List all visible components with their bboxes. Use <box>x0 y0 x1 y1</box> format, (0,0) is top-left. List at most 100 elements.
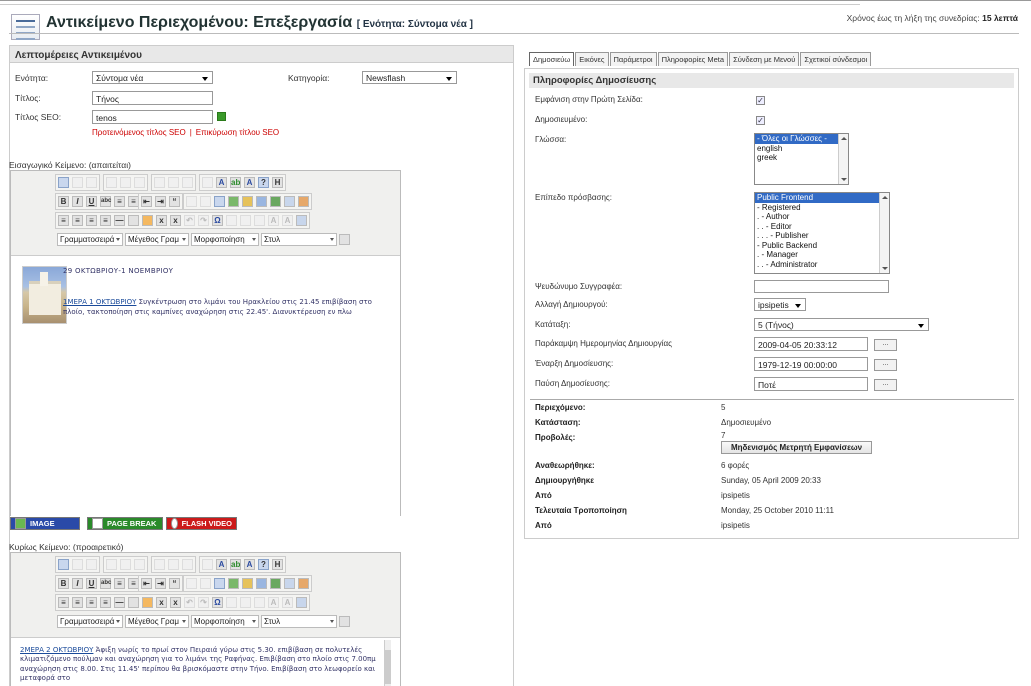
publish-down-picker-button[interactable]: ... <box>874 379 897 391</box>
font-size-select[interactable]: Μέγεθος Γραμ <box>125 615 189 628</box>
main-day-link[interactable]: 2ΜΕΡΑ 2 ΟΚΤΩΒΡΙΟΥ <box>20 646 93 654</box>
charmap-icon[interactable]: Ω <box>212 597 223 608</box>
underline-icon[interactable]: U <box>86 196 97 207</box>
file-icon[interactable] <box>298 578 309 589</box>
font-larger-icon[interactable]: A <box>282 215 293 226</box>
align-right-icon[interactable]: ≡ <box>86 597 97 608</box>
delete-cell-icon[interactable] <box>182 177 193 188</box>
image-icon[interactable] <box>228 196 239 207</box>
access-option[interactable]: - Public Backend <box>755 241 889 251</box>
creator-select[interactable]: ipsipetis <box>754 298 806 311</box>
ordering-select[interactable]: 5 (Τήνος) <box>754 318 929 331</box>
created-date-input[interactable]: 2009-04-05 20:33:12 <box>754 337 868 351</box>
title-input[interactable]: Τήνος <box>92 91 213 105</box>
col-icon[interactable] <box>120 559 131 570</box>
hr-icon[interactable]: — <box>114 597 125 608</box>
bullet-list-icon[interactable]: ≡ <box>114 196 125 207</box>
cell-icon[interactable] <box>154 177 165 188</box>
undo-icon[interactable]: ↶ <box>184 215 195 226</box>
table-props-icon[interactable] <box>86 177 97 188</box>
scrollbar-thumb[interactable] <box>385 650 391 684</box>
merge-icon[interactable] <box>134 559 145 570</box>
highlight-icon[interactable]: ab <box>230 559 241 570</box>
font-color-icon[interactable]: A <box>216 559 227 570</box>
publish-up-picker-button[interactable]: ... <box>874 359 897 371</box>
help-icon[interactable]: ? <box>258 177 269 188</box>
unlink-icon[interactable] <box>200 578 211 589</box>
access-option[interactable]: . . - Editor <box>755 222 889 232</box>
acronym-icon[interactable] <box>254 597 265 608</box>
font-color-icon[interactable]: A <box>216 177 227 188</box>
cleanup-icon[interactable] <box>242 196 253 207</box>
bullet-list-icon[interactable]: ≡ <box>114 578 125 589</box>
grid-icon[interactable] <box>202 177 213 188</box>
table-icon[interactable] <box>72 177 83 188</box>
access-option[interactable]: - Registered <box>755 203 889 213</box>
indent-icon[interactable]: ⇥ <box>155 196 166 207</box>
table-icon[interactable] <box>72 559 83 570</box>
link-icon[interactable] <box>186 196 197 207</box>
superscript-icon[interactable]: x <box>170 215 181 226</box>
tab-publish[interactable]: Δημοσιεύω <box>529 52 575 66</box>
html-icon[interactable]: H <box>272 559 283 570</box>
main-editor-scrollbar[interactable] <box>384 640 391 686</box>
edit-icon[interactable] <box>58 177 69 188</box>
edit-icon[interactable] <box>58 559 69 570</box>
format-select[interactable]: Μορφοποίηση <box>191 233 259 246</box>
media-icon[interactable] <box>256 196 267 207</box>
style-select[interactable]: Στυλ <box>261 615 337 628</box>
strike-icon[interactable]: abc <box>100 196 111 207</box>
cell-icon[interactable] <box>154 559 165 570</box>
author-alias-input[interactable] <box>754 280 889 293</box>
publish-up-input[interactable]: 1979-12-19 00:00:00 <box>754 357 868 371</box>
page-break-icon[interactable] <box>339 616 350 627</box>
underline-icon[interactable]: U <box>86 578 97 589</box>
indent-icon[interactable]: ⇥ <box>155 578 166 589</box>
language-listbox[interactable]: - Όλες οι Γλώσσες - english greek <box>754 133 849 185</box>
table-props-icon[interactable] <box>86 559 97 570</box>
page-icon[interactable] <box>284 196 295 207</box>
preview-icon[interactable] <box>270 578 281 589</box>
tab-menu-link[interactable]: Σύνδεση με Μενού <box>729 52 800 66</box>
cleanup-icon[interactable] <box>242 578 253 589</box>
unlink-icon[interactable] <box>200 196 211 207</box>
help-icon[interactable]: ? <box>258 559 269 570</box>
charmap-icon[interactable]: Ω <box>212 215 223 226</box>
eraser-icon[interactable] <box>128 215 139 226</box>
font-larger-icon[interactable]: A <box>282 597 293 608</box>
abbr-icon[interactable] <box>240 215 251 226</box>
format-select[interactable]: Μορφοποίηση <box>191 615 259 628</box>
anchor-icon[interactable] <box>214 578 225 589</box>
publish-down-input[interactable]: Ποτέ <box>754 377 868 391</box>
access-option[interactable]: . . - Administrator <box>755 260 889 270</box>
seo-title-input[interactable]: tenos <box>92 110 213 124</box>
strike-icon[interactable]: abc <box>100 578 111 589</box>
col-icon[interactable] <box>120 177 131 188</box>
tab-meta[interactable]: Πληροφορίες Meta <box>657 52 729 66</box>
italic-icon[interactable]: I <box>72 578 83 589</box>
fullscreen-icon[interactable] <box>296 215 307 226</box>
file-icon[interactable] <box>298 196 309 207</box>
image-icon[interactable] <box>228 578 239 589</box>
created-date-picker-button[interactable]: ... <box>874 339 897 351</box>
bold-icon[interactable]: B <box>58 578 69 589</box>
insert-image-button[interactable]: IMAGE <box>10 517 80 530</box>
font-smaller-icon[interactable]: A <box>268 597 279 608</box>
access-option[interactable]: . . . - Publisher <box>755 231 889 241</box>
highlight-icon[interactable]: ab <box>230 177 241 188</box>
align-left-icon[interactable]: ≡ <box>58 597 69 608</box>
frontpage-checkbox[interactable]: ✓ <box>756 96 765 105</box>
row-icon[interactable] <box>106 559 117 570</box>
access-option[interactable]: . - Author <box>755 212 889 222</box>
align-left-icon[interactable]: ≡ <box>58 215 69 226</box>
intro-day-link[interactable]: 1ΜΕΡΑ 1 ΟΚΤΩΒΡΙΟΥ <box>63 298 136 306</box>
hr-icon[interactable]: — <box>114 215 125 226</box>
page-break-button[interactable]: PAGE BREAK <box>87 517 163 530</box>
language-option[interactable]: greek <box>755 153 848 163</box>
eraser-icon[interactable] <box>128 597 139 608</box>
style-select[interactable]: Στυλ <box>261 233 337 246</box>
style-icon[interactable]: A <box>244 559 255 570</box>
nbsp-icon[interactable] <box>226 597 237 608</box>
quote-icon[interactable]: “ <box>169 578 180 589</box>
language-scrollbar[interactable] <box>838 134 848 184</box>
